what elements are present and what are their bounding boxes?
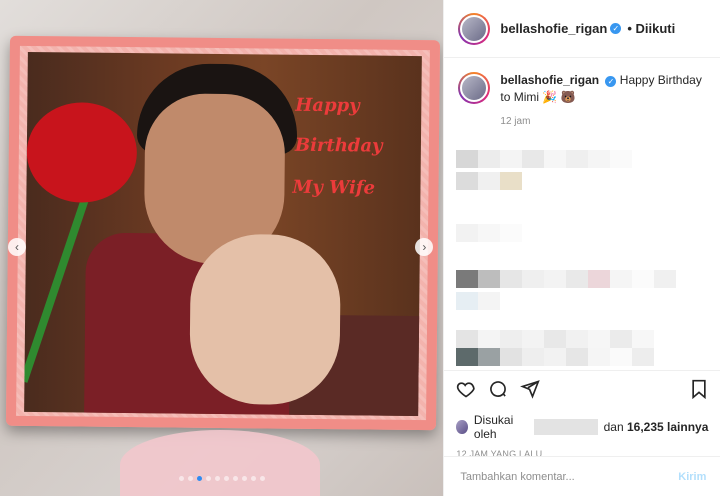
likes-suffix[interactable]: lainnya: [667, 420, 708, 434]
instagram-post: Happy Birthday My Wife ‹ › bellashofie_r…: [0, 0, 720, 496]
post-comment-button[interactable]: Kirim: [678, 471, 706, 483]
birthday-cake-image: Happy Birthday My Wife: [5, 35, 441, 431]
likes-and: dan: [603, 420, 624, 434]
blurred-comment: [456, 150, 633, 168]
caption-username[interactable]: bellashofie_rigan: [500, 73, 599, 87]
carousel-dot: [223, 476, 229, 481]
blurred-comment: [456, 292, 501, 310]
comment-form: Kirim: [444, 456, 720, 496]
blurred-comment: [456, 330, 501, 348]
carousel-dot: [187, 476, 193, 481]
baby-face: [189, 233, 341, 406]
cake-text-line-3: My Wife: [292, 176, 376, 199]
comment-icon[interactable]: [488, 379, 508, 405]
post-sidebar: bellashofie_rigan ✓ • Diikuti bellashofi…: [443, 0, 720, 496]
bookmark-icon[interactable]: [690, 379, 708, 405]
share-icon[interactable]: [520, 379, 541, 405]
carousel-dot: [250, 476, 256, 481]
blurred-comment: [456, 224, 523, 242]
blurred-comment: [456, 270, 677, 288]
carousel-dot: [241, 476, 247, 481]
cake-text-line-2: Birthday: [294, 134, 383, 157]
verified-badge-icon: ✓: [605, 76, 617, 87]
carousel-dots: [0, 468, 443, 486]
chevron-left-icon[interactable]: ‹: [8, 238, 26, 256]
post-header: bellashofie_rigan ✓ • Diikuti: [444, 0, 720, 58]
verified-badge-icon: ✓: [610, 23, 622, 34]
liker-avatar[interactable]: [456, 420, 468, 434]
caption: bellashofie_rigan ✓ Happy Birthday to Mi…: [444, 58, 720, 106]
avatar[interactable]: [458, 72, 491, 104]
action-icons: [456, 379, 708, 405]
follow-status[interactable]: • Diikuti: [627, 21, 675, 36]
likes-count[interactable]: 16,235: [627, 420, 664, 434]
likes-prefix: Disukai oleh: [473, 413, 514, 441]
carousel-dot: [205, 476, 211, 481]
heart-icon[interactable]: [456, 379, 476, 405]
post-actions: Disukai oleh dan 16,235 lainnya 12 JAM Y…: [444, 370, 720, 459]
blurred-comment: [456, 348, 655, 366]
username-link[interactable]: bellashofie_rigan: [500, 21, 607, 36]
pink-ribbon: [120, 430, 320, 496]
carousel-dot: [214, 476, 220, 481]
rose-flower: [26, 101, 138, 204]
blurred-liker-name[interactable]: [533, 419, 598, 435]
comment-input[interactable]: [458, 469, 663, 484]
cake-text-line-1: Happy: [295, 94, 360, 117]
cake-photo-print: Happy Birthday My Wife: [24, 51, 422, 417]
blurred-comment: [456, 172, 523, 190]
carousel-dot: [196, 476, 202, 481]
carousel-dot: [259, 476, 265, 481]
carousel-dot: [178, 476, 184, 481]
avatar[interactable]: [458, 12, 491, 45]
comments-area: bellashofie_rigan ✓ Happy Birthday to Mi…: [444, 58, 720, 362]
post-media[interactable]: Happy Birthday My Wife ‹ ›: [0, 0, 444, 496]
carousel-dot: [232, 476, 238, 481]
likes-line: Disukai oleh dan 16,235 lainnya: [456, 413, 708, 441]
caption-timestamp: 12 jam: [500, 116, 531, 127]
